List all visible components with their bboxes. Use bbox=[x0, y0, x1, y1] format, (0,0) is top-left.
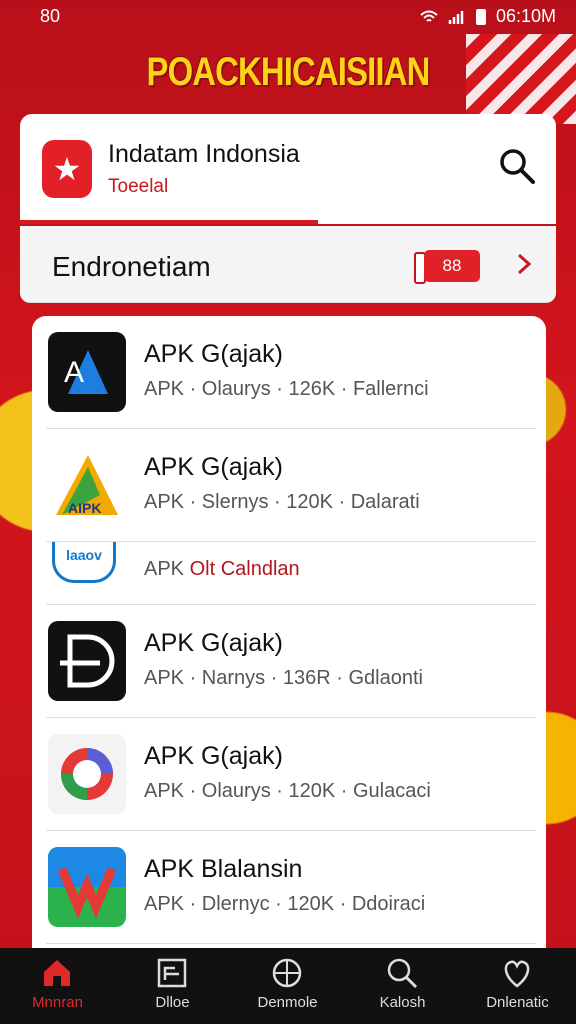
wx-icon bbox=[48, 847, 126, 927]
bottom-navigation: Mnnran Dlloe Denmole Kalosh Dnlenatic bbox=[0, 948, 576, 1024]
status-bar: 80 06:10M bbox=[0, 0, 576, 34]
home-icon bbox=[44, 960, 70, 986]
list-item[interactable]: APK G(ajak) APK · Olaurys · 120K · Gulac… bbox=[32, 718, 546, 831]
wifi-icon bbox=[420, 10, 438, 22]
banner-title: POACKHICAISIIAN bbox=[146, 50, 431, 94]
status-time-left: 80 bbox=[40, 6, 61, 26]
heart-icon bbox=[504, 960, 530, 988]
svg-text:AIPK: AIPK bbox=[68, 500, 101, 516]
section-title: Endronetiam bbox=[52, 251, 211, 282]
list-item[interactable]: APK Blalansin APK · Dlernyc · 120K · Ddo… bbox=[32, 831, 546, 944]
chevron-right-icon[interactable] bbox=[514, 250, 534, 278]
nav-kalosh[interactable]: Kalosh bbox=[345, 948, 460, 1024]
battery-icon bbox=[475, 8, 486, 25]
list-item[interactable]: A APK G(ajak) APK · Olaurys · 126K · Fal… bbox=[32, 316, 546, 429]
count-badge: 88 bbox=[424, 250, 480, 282]
list-item-ad[interactable]: laaov APK Olt Calndlan bbox=[32, 542, 546, 605]
svg-text:A: A bbox=[64, 356, 84, 389]
aipk-triangle-icon: AIPK bbox=[48, 445, 126, 525]
nav-dnlenatic[interactable]: Dnlenatic bbox=[460, 948, 575, 1024]
nav-home[interactable]: Mnnran bbox=[0, 948, 115, 1024]
list-item[interactable]: AIPK APK G(ajak) APK · Slernys · 120K · … bbox=[32, 429, 546, 542]
signal-icon bbox=[448, 10, 464, 24]
app-subtitle-tab[interactable]: Toeelal bbox=[108, 176, 168, 198]
search-icon[interactable] bbox=[498, 147, 536, 185]
grid-icon bbox=[157, 958, 187, 988]
compass-icon bbox=[272, 958, 302, 988]
android-studio-icon: A bbox=[48, 332, 126, 412]
app-header: ★ Indatam Indonsia Toeelal bbox=[20, 114, 556, 224]
search-icon bbox=[387, 958, 418, 989]
active-tab-indicator bbox=[20, 220, 318, 224]
ad-label-icon: laaov bbox=[52, 542, 116, 583]
nav-dlloe[interactable]: Dlloe bbox=[115, 948, 230, 1024]
app-list: A APK G(ajak) APK · Olaurys · 126K · Fal… bbox=[32, 316, 546, 948]
star-logo-icon: ★ bbox=[42, 140, 92, 198]
d-logo-icon bbox=[48, 621, 126, 701]
ring-icon bbox=[48, 734, 126, 814]
status-time-right: 06:10M bbox=[495, 6, 556, 26]
nav-denmole[interactable]: Denmole bbox=[230, 948, 345, 1024]
app-title: Indatam Indonsia bbox=[108, 140, 300, 168]
list-item[interactable]: APK G(ajak) APK · Narnys · 136R · Gdlaon… bbox=[32, 605, 546, 718]
section-header[interactable]: Endronetiam 88 bbox=[20, 226, 556, 303]
